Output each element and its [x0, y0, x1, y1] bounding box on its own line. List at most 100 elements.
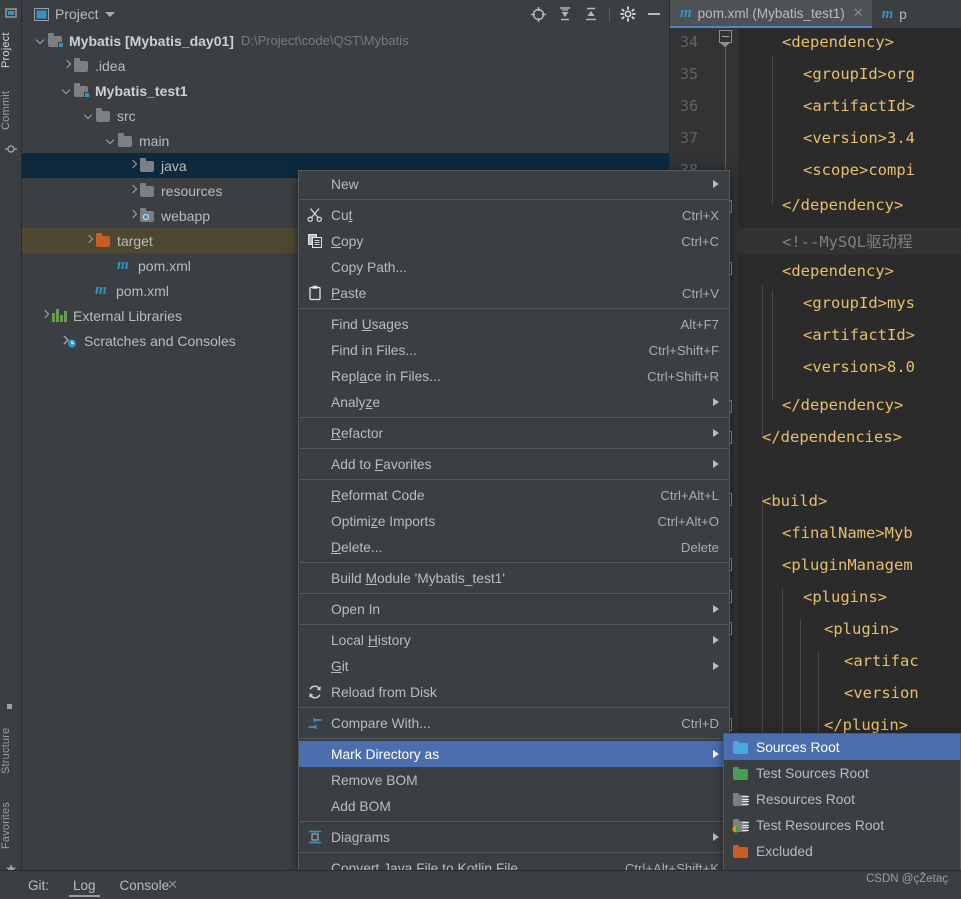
chevron-down-icon[interactable] — [36, 35, 47, 46]
editor-tab-label: pom.xml (Mybatis_test1) — [697, 5, 845, 21]
folder-sources-blue-icon — [732, 740, 749, 754]
submenu-item-test-sources-root[interactable]: Test Sources Root — [724, 760, 960, 786]
menu-item-delete[interactable]: Delete... Delete — [299, 534, 729, 560]
project-panel-title[interactable]: Project — [34, 6, 115, 22]
menu-item-local-history[interactable]: Local History — [299, 627, 729, 653]
menu-item-build-module[interactable]: Build Module 'Mybatis_test1' — [299, 565, 729, 591]
fold-toggle-icon[interactable] — [719, 30, 732, 47]
menu-item-remove-bom[interactable]: Remove BOM — [299, 767, 729, 793]
menu-item-diagrams[interactable]: Diagrams — [299, 824, 729, 850]
menu-item-label: New — [331, 176, 359, 192]
indent-guide — [782, 588, 783, 756]
submenu-item-label: Sources Root — [756, 739, 840, 755]
chevron-right-icon — [713, 750, 719, 758]
submenu-item-label: Excluded — [756, 843, 813, 859]
expand-all-icon[interactable] — [557, 6, 573, 22]
context-menu[interactable]: New Cut Ctrl+X Copy Ctrl+C Copy Path... — [298, 170, 730, 882]
indent-guide — [772, 290, 773, 400]
menu-item-add-bom[interactable]: Add BOM — [299, 793, 729, 819]
chevron-down-icon[interactable] — [106, 135, 117, 146]
chevron-right-icon — [713, 398, 719, 406]
chevron-right-icon — [713, 460, 719, 468]
menu-item-copy-path[interactable]: Copy Path... — [299, 254, 729, 280]
menu-item-find-usages[interactable]: Find Usages Alt+F7 — [299, 311, 729, 337]
reload-icon — [307, 684, 323, 700]
menu-item-open-in[interactable]: Open In — [299, 596, 729, 622]
tree-row-label: Mybatis_test1 — [95, 82, 188, 99]
tree-row[interactable]: .idea — [22, 53, 670, 78]
submenu-item-resources-root[interactable]: Resources Root — [724, 786, 960, 812]
chevron-right-icon[interactable] — [40, 310, 51, 321]
menu-item-reformat-code[interactable]: Reformat Code Ctrl+Alt+L — [299, 482, 729, 508]
libraries-icon — [51, 309, 68, 322]
menu-item-analyze[interactable]: Analyze — [299, 389, 729, 415]
chevron-right-icon — [713, 833, 719, 841]
bottom-tab-console[interactable]: Console — [108, 878, 174, 893]
chevron-right-icon[interactable] — [84, 235, 95, 246]
chevron-right-icon — [713, 636, 719, 644]
menu-item-label: Git — [331, 658, 349, 674]
submenu-item-excluded[interactable]: Excluded — [724, 838, 960, 864]
code-line: <artifactId> — [803, 326, 915, 344]
chevron-right-icon[interactable] — [128, 160, 139, 171]
close-icon[interactable]: ✕ — [853, 5, 864, 21]
menu-item-new[interactable]: New — [299, 171, 729, 197]
editor-tab-pom-xml[interactable]: m pom.xml (Mybatis_test1) ✕ — [670, 0, 872, 28]
code-line: <dependency> — [782, 262, 894, 280]
code-line: <groupId>org — [803, 65, 915, 83]
tree-row[interactable]: main — [22, 128, 670, 153]
menu-item-reload-from-disk[interactable]: Reload from Disk — [299, 679, 729, 705]
menu-item-optimize-imports[interactable]: Optimize Imports Ctrl+Alt+O — [299, 508, 729, 534]
scissors-icon — [307, 207, 323, 223]
tree-row[interactable]: src — [22, 103, 670, 128]
hide-panel-icon[interactable] — [646, 6, 662, 22]
bottom-tab-log[interactable]: Log — [61, 878, 108, 897]
menu-item-add-to-favorites[interactable]: Add to Favorites — [299, 451, 729, 477]
mark-directory-as-submenu[interactable]: Sources Root Test Sources Root Resources… — [723, 733, 961, 891]
menu-item-cut[interactable]: Cut Ctrl+X — [299, 202, 729, 228]
maven-file-icon: m — [95, 282, 107, 298]
menu-item-compare-with[interactable]: Compare With... Ctrl+D — [299, 710, 729, 736]
menu-item-refactor[interactable]: Refactor — [299, 420, 729, 446]
folder-web-icon — [139, 208, 156, 223]
menu-item-git[interactable]: Git — [299, 653, 729, 679]
menu-item-mark-directory-as[interactable]: Mark Directory as — [299, 741, 729, 767]
menu-item-label: Find Usages — [331, 316, 409, 332]
submenu-item-test-resources-root[interactable]: Test Resources Root — [724, 812, 960, 838]
menu-item-label: Copy — [331, 233, 364, 249]
chevron-right-icon[interactable] — [62, 60, 73, 71]
toolbar-separator — [609, 6, 610, 22]
indent-guide — [762, 496, 763, 756]
chevron-down-icon[interactable] — [104, 11, 115, 17]
menu-item-find-in-files[interactable]: Find in Files... Ctrl+Shift+F — [299, 337, 729, 363]
locate-icon[interactable] — [530, 6, 547, 23]
strip-item-project[interactable]: Project — [0, 22, 22, 78]
menu-item-label: Open In — [331, 601, 381, 617]
menu-item-label: Find in Files... — [331, 342, 417, 358]
menu-item-copy[interactable]: Copy Ctrl+C — [299, 228, 729, 254]
chevron-right-icon[interactable] — [128, 185, 139, 196]
strip-item-favorites[interactable]: Favorites — [0, 792, 22, 858]
submenu-item-sources-root[interactable]: Sources Root — [724, 734, 960, 760]
menu-separator — [299, 199, 729, 200]
menu-item-label: Mark Directory as — [331, 746, 440, 762]
strip-item-structure[interactable]: Structure — [0, 716, 22, 786]
chevron-down-icon[interactable] — [84, 110, 95, 121]
code-line: <groupId>mys — [803, 294, 915, 312]
tree-row-label: webapp — [161, 207, 211, 224]
git-label: Git: — [28, 877, 50, 893]
tree-row-label: External Libraries — [73, 307, 182, 324]
gear-icon[interactable] — [620, 6, 636, 22]
tree-row[interactable]: Mybatis [Mybatis_day01] D:\Project\code\… — [22, 28, 670, 53]
tree-row[interactable]: Mybatis_test1 — [22, 78, 670, 103]
menu-item-paste[interactable]: Paste Ctrl+V — [299, 280, 729, 306]
left-tool-strip: Project Commit Structure Favorites — [0, 0, 22, 899]
chevron-right-icon[interactable] — [128, 210, 139, 221]
editor-tab-second[interactable]: m p — [872, 0, 915, 28]
chevron-down-icon[interactable] — [62, 85, 73, 96]
collapse-all-icon[interactable] — [583, 6, 599, 22]
menu-item-shortcut: Ctrl+X — [681, 207, 719, 223]
strip-item-commit[interactable]: Commit — [0, 82, 22, 138]
structure-strip-icon — [5, 700, 17, 712]
menu-item-replace-in-files[interactable]: Replace in Files... Ctrl+Shift+R — [299, 363, 729, 389]
